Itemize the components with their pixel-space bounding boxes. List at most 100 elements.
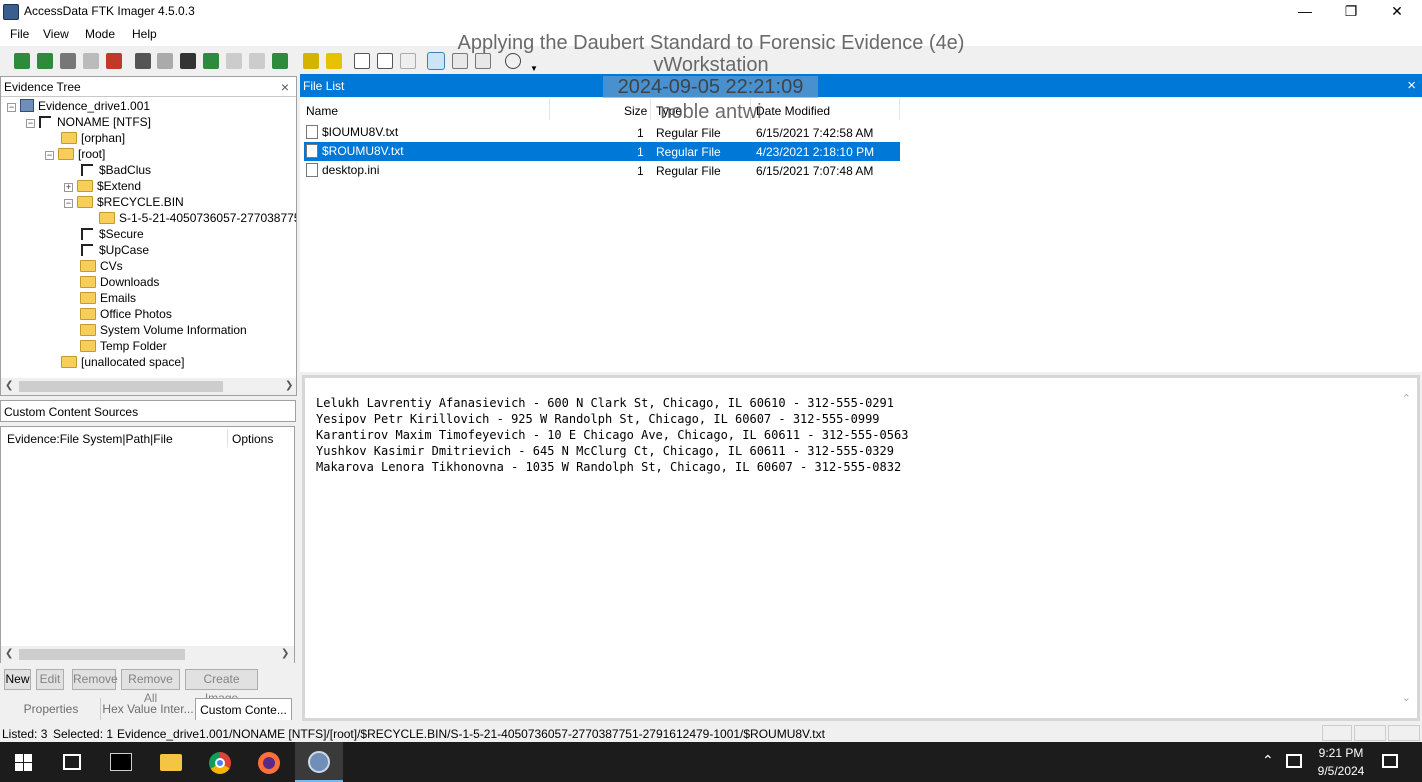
tree-item[interactable]: − Evidence_drive1.001	[7, 99, 150, 115]
collapse-icon[interactable]: −	[45, 151, 54, 160]
remove-all-evidence-icon[interactable]	[106, 53, 122, 69]
file-date: 4/23/2021 2:18:10 PM	[756, 145, 875, 159]
create-image-button[interactable]: Create Image	[185, 669, 258, 705]
create-disk-image-icon[interactable]	[135, 53, 151, 69]
evidence-tree-header: Evidence Tree ×	[1, 77, 296, 97]
tree-item[interactable]: $UpCase	[81, 243, 149, 259]
new-button[interactable]: New	[4, 669, 31, 690]
edit-button[interactable]: Edit	[36, 669, 64, 690]
image-mounting-icon[interactable]	[60, 53, 76, 69]
collapse-icon[interactable]: −	[26, 119, 35, 128]
tree-item[interactable]: Emails	[80, 291, 136, 307]
file-explorer-icon[interactable]	[160, 754, 182, 771]
system-file-icon	[81, 228, 93, 240]
scroll-right-icon[interactable]: ❯	[281, 648, 289, 659]
evidence-tree-scrollbar[interactable]: ❮ ❯	[1, 378, 296, 395]
tree-item[interactable]: Downloads	[80, 275, 159, 291]
content-viewer[interactable]: Lelukh Lavrentiy Afanasievich - 600 N Cl…	[302, 375, 1420, 721]
remove-all-button[interactable]: Remove All	[121, 669, 180, 705]
minimize-button[interactable]: —	[1282, 0, 1328, 24]
menu-help[interactable]: Help	[132, 27, 157, 41]
scroll-up-icon[interactable]: ⌃	[1402, 392, 1411, 405]
tree-item[interactable]: $Secure	[81, 227, 144, 243]
scroll-left-icon[interactable]: ❮	[5, 380, 13, 391]
custom-sources-list[interactable]: Evidence:File System|Path|File Options ❮…	[0, 426, 295, 663]
tree-item[interactable]: $BadClus	[81, 163, 151, 179]
column-divider	[549, 98, 550, 120]
clock-time[interactable]: 9:21 PM	[1316, 746, 1366, 760]
column-size[interactable]: Size	[624, 104, 647, 118]
tree-item[interactable]: − [root]	[45, 147, 105, 163]
menu-view[interactable]: View	[43, 27, 69, 41]
tab-hex-value-interpreter[interactable]: Hex Value Inter...	[100, 698, 195, 720]
tree-item[interactable]: System Volume Information	[80, 323, 247, 339]
file-row[interactable]: desktop.ini 1 Regular File 6/15/2021 7:0…	[304, 161, 900, 180]
scroll-down-icon[interactable]: ⌄	[1402, 691, 1411, 704]
file-type: Regular File	[656, 126, 721, 140]
add-evidence-icon[interactable]	[14, 53, 30, 69]
network-icon[interactable]	[1286, 754, 1302, 768]
ftk-imager-taskbar-button[interactable]	[295, 742, 343, 782]
folder-icon	[80, 260, 96, 272]
create-custom-image-icon[interactable]	[226, 53, 242, 69]
status-path: Evidence_drive1.001/NONAME [NTFS]/[root]…	[117, 727, 825, 741]
tree-item[interactable]: S-1-5-21-4050736057-2770387751-2	[99, 211, 296, 227]
custom-sources-title: Custom Content Sources	[4, 405, 139, 419]
title-bar: AccessData FTK Imager 4.5.0.3 — ❐ ✕	[0, 0, 1422, 24]
memory-capture-icon[interactable]	[272, 53, 288, 69]
status-bar: Listed: 3 Selected: 1 Evidence_drive1.00…	[0, 724, 1422, 742]
expand-icon[interactable]: +	[64, 183, 73, 192]
folder-icon	[77, 196, 93, 208]
file-size: 1	[637, 126, 644, 140]
tab-custom-content[interactable]: Custom Conte...	[195, 698, 292, 720]
scroll-thumb[interactable]	[19, 649, 185, 660]
taskbar: ⌃ 9:21 PM 9/5/2024	[0, 742, 1422, 782]
tree-item[interactable]: − NONAME [NTFS]	[26, 115, 151, 131]
file-row[interactable]: $IOUMU8V.txt 1 Regular File 6/15/2021 7:…	[304, 123, 900, 142]
remove-evidence-icon[interactable]	[83, 53, 99, 69]
windows-start-icon[interactable]	[15, 754, 32, 771]
close-icon[interactable]: ×	[281, 79, 289, 95]
tab-properties[interactable]: Properties	[6, 698, 96, 720]
text-file-icon	[306, 125, 318, 139]
decrypt-icon[interactable]	[249, 53, 265, 69]
collapse-icon[interactable]: −	[7, 103, 16, 112]
collapse-icon[interactable]: −	[64, 199, 73, 208]
close-icon[interactable]: ×	[1407, 77, 1416, 94]
export-disk-image-icon[interactable]	[157, 53, 173, 69]
add-all-devices-icon[interactable]	[37, 53, 53, 69]
clock-date[interactable]: 9/5/2024	[1312, 764, 1370, 778]
custom-sources-scrollbar[interactable]: ❮ ❯	[1, 646, 294, 663]
maximize-button[interactable]: ❐	[1328, 0, 1374, 24]
export-logical-image-icon[interactable]	[180, 53, 196, 69]
tree-item[interactable]: [unallocated space]	[61, 355, 184, 371]
tree-item[interactable]: − $RECYCLE.BIN	[64, 195, 184, 211]
firefox-icon[interactable]	[258, 752, 280, 774]
folder-icon	[80, 340, 96, 352]
scroll-right-icon[interactable]: ❯	[285, 380, 293, 391]
column-date-modified[interactable]: Date Modified	[756, 104, 830, 118]
menu-file[interactable]: File	[10, 27, 29, 41]
tree-item[interactable]: CVs	[80, 259, 123, 275]
task-view-icon[interactable]	[63, 754, 81, 770]
remove-button[interactable]: Remove	[72, 669, 118, 690]
scroll-left-icon[interactable]: ❮	[5, 648, 13, 659]
notifications-icon[interactable]	[1382, 754, 1398, 768]
column-header-evidence[interactable]: Evidence:File System|Path|File	[7, 432, 173, 446]
column-name[interactable]: Name	[306, 104, 338, 118]
chrome-icon[interactable]	[209, 752, 231, 774]
viewer-line-5: Makarova Lenora Tikhonovna - 1035 W Rand…	[316, 460, 902, 474]
chevron-up-icon[interactable]: ⌃	[1262, 752, 1274, 769]
add-to-custom-content-icon[interactable]	[203, 53, 219, 69]
tree-item[interactable]: [orphan]	[61, 131, 125, 147]
menu-mode[interactable]: Mode	[85, 27, 115, 41]
terminal-icon[interactable]	[110, 753, 132, 771]
column-header-options[interactable]: Options	[232, 432, 273, 446]
scroll-thumb[interactable]	[19, 381, 223, 392]
tree-item[interactable]: Office Photos	[80, 307, 172, 323]
close-button[interactable]: ✕	[1374, 0, 1420, 24]
tree-item[interactable]: + $Extend	[64, 179, 141, 195]
file-row-selected[interactable]: $ROUMU8V.txt 1 Regular File 4/23/2021 2:…	[304, 142, 900, 161]
tree-item[interactable]: Temp Folder	[80, 339, 167, 355]
folder-icon	[80, 292, 96, 304]
